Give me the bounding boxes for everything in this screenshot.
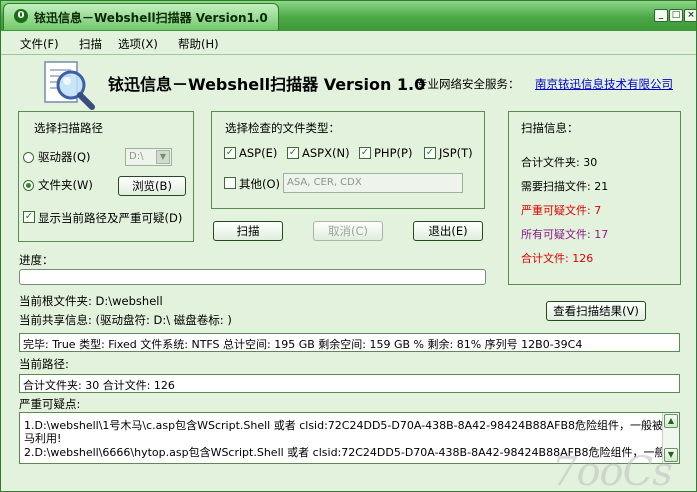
total-files-text: 合计文件: 126 bbox=[521, 252, 594, 265]
other-label[interactable]: 其他(O) bbox=[239, 176, 280, 192]
app-window: 0 铱迅信息－Webshell扫描器 Version1.0 _ □ × 文件(F… bbox=[0, 0, 697, 492]
service-label: 专业网络安全服务： bbox=[416, 77, 520, 91]
folder-label[interactable]: 文件夹(W) bbox=[38, 177, 93, 193]
company-link[interactable]: 南京铱迅信息技术有限公司 bbox=[535, 76, 673, 92]
app-icon: 0 bbox=[14, 9, 28, 23]
show-path-label[interactable]: 显示当前路径及严重可疑(D) bbox=[38, 210, 182, 226]
maximize-button[interactable]: □ bbox=[669, 9, 683, 22]
chevron-down-icon: ▼ bbox=[156, 150, 170, 164]
asp-checkbox[interactable]: ✓ bbox=[224, 147, 236, 159]
current-path-label: 当前路径: bbox=[19, 357, 69, 371]
title-tab: 0 铱迅信息－Webshell扫描器 Version1.0 bbox=[3, 3, 279, 30]
menu-scan[interactable]: 扫描 bbox=[79, 36, 102, 52]
menu-separator bbox=[1, 54, 696, 55]
drive-radio[interactable] bbox=[23, 152, 34, 163]
menu-bar: 文件(F) 扫描 选项(X) 帮助(H) bbox=[1, 32, 696, 54]
other-checkbox[interactable] bbox=[224, 177, 236, 189]
close-button[interactable]: × bbox=[684, 9, 696, 22]
show-path-checkbox[interactable]: ✓ bbox=[23, 211, 35, 223]
other-types-input[interactable]: ASA, CER, CDX bbox=[283, 173, 463, 193]
window-title: 铱迅信息－Webshell扫描器 Version1.0 bbox=[34, 11, 268, 25]
suspicious-files-text: 所有可疑文件: 17 bbox=[521, 228, 609, 241]
current-path-value: 合计文件夹: 30 合计文件: 126 bbox=[23, 379, 175, 392]
jsp-checkbox[interactable]: ✓ bbox=[424, 147, 436, 159]
progress-bar bbox=[19, 269, 486, 285]
jsp-label[interactable]: JSP(T) bbox=[439, 146, 473, 160]
drive-select: D:\ ▼ bbox=[125, 148, 172, 166]
progress-label: 进度： bbox=[19, 253, 54, 267]
file-types-group: 选择检查的文件类型： ✓ ASP(E) ✓ ASPX(N) ✓ PHP(P) ✓… bbox=[211, 111, 485, 209]
scan-info-title: 扫描信息： bbox=[521, 121, 579, 135]
scan-button[interactable]: 扫描 bbox=[213, 221, 283, 241]
php-checkbox[interactable]: ✓ bbox=[359, 147, 371, 159]
browse-button[interactable]: 浏览(B) bbox=[118, 176, 186, 196]
menu-file[interactable]: 文件(F) bbox=[20, 36, 59, 52]
severe-points-label: 严重可疑点: bbox=[19, 397, 81, 411]
drive-details-text: 完毕: True 类型: Fixed 文件系统: NTFS 总计空间: 195 … bbox=[23, 338, 583, 351]
aspx-label[interactable]: ASPX(N) bbox=[302, 146, 350, 160]
cancel-button[interactable]: 取消(C) bbox=[313, 221, 383, 241]
title-bar[interactable]: 0 铱迅信息－Webshell扫描器 Version1.0 _ □ × bbox=[1, 1, 696, 31]
drive-select-value: D:\ bbox=[129, 151, 144, 162]
current-path-panel: 合计文件夹: 30 合计文件: 126 bbox=[19, 374, 680, 393]
asp-label[interactable]: ASP(E) bbox=[239, 146, 277, 160]
severe-item-1: 1.D:\webshell\1号木马\c.asp包含WScript.Shell … bbox=[24, 419, 680, 432]
total-folders-text: 合计文件夹: 30 bbox=[521, 156, 598, 169]
scroll-up-icon[interactable]: ▲ bbox=[664, 414, 678, 428]
scan-path-title: 选择扫描路径 bbox=[34, 121, 103, 135]
menu-options[interactable]: 选项(X) bbox=[118, 36, 158, 52]
exit-button[interactable]: 退出(E) bbox=[413, 221, 483, 241]
php-label[interactable]: PHP(P) bbox=[374, 146, 412, 160]
scan-path-group: 选择扫描路径 驱动器(Q) D:\ ▼ 文件夹(W) 浏览(B) ✓ 显示当前路… bbox=[18, 111, 194, 242]
file-types-title: 选择检查的文件类型： bbox=[225, 121, 340, 135]
minimize-button[interactable]: _ bbox=[654, 9, 668, 22]
watermark: 7ooCs bbox=[552, 449, 673, 492]
severe-files-text: 严重可疑文件: 7 bbox=[521, 204, 602, 217]
drive-details-panel: 完毕: True 类型: Fixed 文件系统: NTFS 总计空间: 195 … bbox=[19, 333, 680, 352]
folder-radio[interactable] bbox=[23, 180, 34, 191]
aspx-checkbox[interactable]: ✓ bbox=[287, 147, 299, 159]
share-info-text: 当前共享信息: (驱动盘符: D:\ 磁盘卷标: ) bbox=[19, 313, 232, 327]
menu-help[interactable]: 帮助(H) bbox=[178, 36, 219, 52]
magnifier-document-icon bbox=[44, 61, 95, 110]
root-folder-text: 当前根文件夹: D:\webshell bbox=[19, 294, 163, 308]
files-to-scan-text: 需要扫描文件: 21 bbox=[521, 180, 609, 193]
drive-label[interactable]: 驱动器(Q) bbox=[38, 149, 91, 165]
page-title: 铱迅信息－Webshell扫描器 Version 1.0 bbox=[108, 75, 426, 94]
view-results-button[interactable]: 查看扫描结果(V) bbox=[546, 301, 646, 321]
